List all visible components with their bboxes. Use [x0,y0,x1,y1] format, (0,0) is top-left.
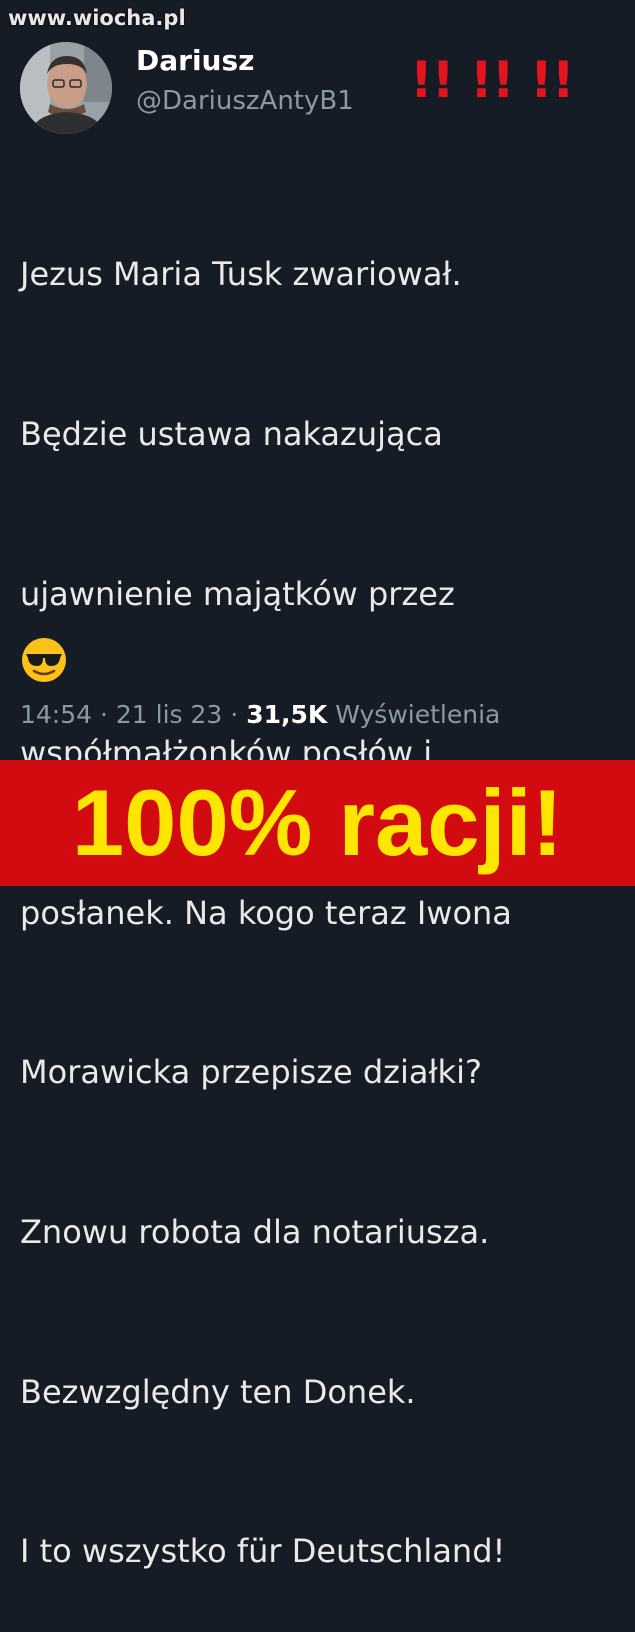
author-handle[interactable]: @DariuszAntyB1 [136,86,354,116]
banner-text: 100% racji! [71,770,564,875]
tweet-line: I to wszystko für Deutschland! [20,1532,506,1571]
tweet-line: posłanek. Na kogo teraz Iwona [20,893,512,932]
author-name[interactable]: Dariusz [136,44,254,77]
tweet-meta: 14:54 · 21 lis 23 · 31,5K Wyświetlenia [20,700,500,729]
tweet-date[interactable]: 21 lis 23 [116,700,222,729]
avatar-photo-icon [20,42,112,134]
tweet-line: Znowu robota dla notariusza. [20,1213,490,1252]
tweet-text: Jezus Maria Tusk zwariował. Będzie ustaw… [20,142,630,1632]
site-watermark: www.wiocha.pl [8,6,186,30]
tweet-line: Jezus Maria Tusk zwariował. [20,255,462,294]
avatar[interactable] [20,42,112,134]
meta-separator: · [230,700,239,729]
tweet-line: Morawicka przepisze działki? [20,1053,482,1092]
tweet-line: Będzie ustawa nakazująca [20,415,443,454]
sunglasses-emoji-icon [20,636,68,689]
caption-banner: 100% racji! [0,760,635,886]
tweet-line: Bezwzględny ten Donek. [20,1372,416,1411]
exclamation-marks: !! !! !! [410,51,575,109]
tweet-line: ujawnienie majątków przez [20,574,455,613]
views-count: 31,5K [246,700,328,729]
views-label: Wyświetlenia [335,700,501,729]
tweet-time[interactable]: 14:54 [20,700,92,729]
meta-separator: · [100,700,108,729]
